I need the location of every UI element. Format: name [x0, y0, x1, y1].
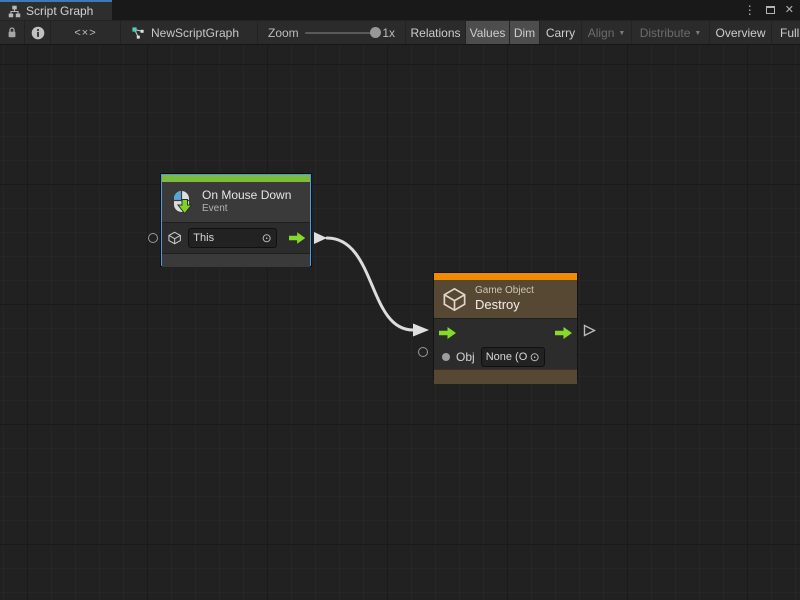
graph-breadcrumb[interactable]: NewScriptGraph	[121, 21, 258, 44]
flow-port-row	[434, 321, 577, 345]
chevron-down-icon: ▼	[694, 29, 701, 37]
connection-wire	[0, 45, 800, 600]
align-dropdown[interactable]: Align ▼	[582, 21, 632, 44]
node-header: Game Object Destroy	[434, 280, 577, 318]
flow-input-port[interactable]	[439, 327, 456, 339]
node-subtitle: Event	[202, 203, 291, 216]
dim-button[interactable]: Dim	[510, 21, 540, 44]
obj-object-value: None (O	[486, 351, 527, 363]
node-footer	[162, 253, 310, 267]
object-picker-icon[interactable]: ⊙	[530, 351, 540, 363]
lock-icon	[6, 26, 18, 39]
graph-asset-icon	[131, 26, 145, 40]
mouse-down-target-input-port[interactable]	[148, 233, 158, 243]
mouse-down-event-icon	[169, 189, 195, 215]
node-category: Game Object	[475, 285, 534, 298]
window-menu-icon[interactable]: ⋮	[744, 4, 756, 16]
game-object-type-icon	[167, 230, 182, 246]
maximize-icon[interactable]	[766, 6, 775, 14]
graph-canvas[interactable]: On Mouse Down Event This ⊙	[0, 45, 800, 600]
zoom-value: 1x	[382, 26, 395, 40]
wire-start-arrow	[314, 232, 327, 244]
node-on-mouse-down[interactable]: On Mouse Down Event This ⊙	[161, 174, 311, 266]
node-accent-strip	[434, 273, 577, 280]
target-port-row: This ⊙	[162, 223, 310, 253]
game-object-icon	[441, 286, 468, 313]
relations-button[interactable]: Relations	[406, 21, 466, 44]
node-header-text: On Mouse Down Event	[202, 188, 291, 216]
node-body: Obj None (O ⊙	[434, 318, 577, 369]
destroy-obj-outer-port[interactable]	[418, 347, 428, 357]
node-header-text: Game Object Destroy	[475, 285, 534, 314]
node-title: Destroy	[475, 297, 534, 313]
code-icon: <×>	[74, 27, 96, 39]
node-body: This ⊙	[162, 222, 310, 253]
trigger-output-port[interactable]	[289, 232, 305, 244]
object-picker-icon[interactable]: ⊙	[262, 232, 272, 244]
obj-label: Obj	[456, 350, 475, 364]
zoom-slider-handle[interactable]	[370, 27, 381, 38]
node-footer	[434, 369, 577, 384]
node-header: On Mouse Down Event	[162, 182, 310, 222]
node-destroy[interactable]: Game Object Destroy Obj	[433, 272, 578, 380]
tab-bar: Script Graph ⋮ ✕	[0, 0, 800, 20]
zoom-slider[interactable]	[305, 32, 377, 34]
carry-button[interactable]: Carry	[540, 21, 582, 44]
graph-name: NewScriptGraph	[151, 26, 239, 40]
flow-output-port[interactable]	[555, 327, 572, 339]
obj-object-field[interactable]: None (O ⊙	[481, 347, 545, 367]
zoom-control: Zoom 1x	[258, 21, 406, 44]
graph-toolbar: <×> NewScriptGraph Zoom 1x Relations Val…	[0, 20, 800, 45]
obj-port-row: Obj None (O ⊙	[434, 345, 577, 369]
lock-button[interactable]	[0, 21, 25, 44]
wire-end-arrow	[413, 324, 429, 337]
destroy-exit-port[interactable]	[583, 324, 596, 337]
zoom-label: Zoom	[268, 26, 299, 40]
distribute-dropdown[interactable]: Distribute ▼	[632, 21, 710, 44]
tab-script-graph[interactable]: Script Graph	[0, 0, 112, 20]
code-view-button[interactable]: <×>	[51, 21, 121, 44]
close-icon[interactable]: ✕	[785, 5, 794, 16]
window-controls: ⋮ ✕	[744, 0, 794, 20]
graph-tab-icon	[8, 5, 21, 18]
info-button[interactable]	[25, 21, 51, 44]
chevron-down-icon: ▼	[618, 29, 625, 37]
target-object-value: This	[193, 232, 214, 244]
overview-button[interactable]: Overview	[710, 21, 772, 44]
node-accent-strip	[162, 175, 310, 182]
values-button[interactable]: Values	[466, 21, 510, 44]
node-title: On Mouse Down	[202, 188, 291, 203]
obj-input-port[interactable]	[442, 353, 450, 361]
target-object-field[interactable]: This ⊙	[188, 228, 276, 248]
tab-title: Script Graph	[26, 4, 93, 18]
wire-path	[327, 238, 413, 330]
info-icon	[31, 26, 45, 40]
script-graph-window: Script Graph ⋮ ✕ <×>	[0, 0, 800, 600]
fullscreen-button[interactable]: Full Screen	[772, 21, 800, 44]
